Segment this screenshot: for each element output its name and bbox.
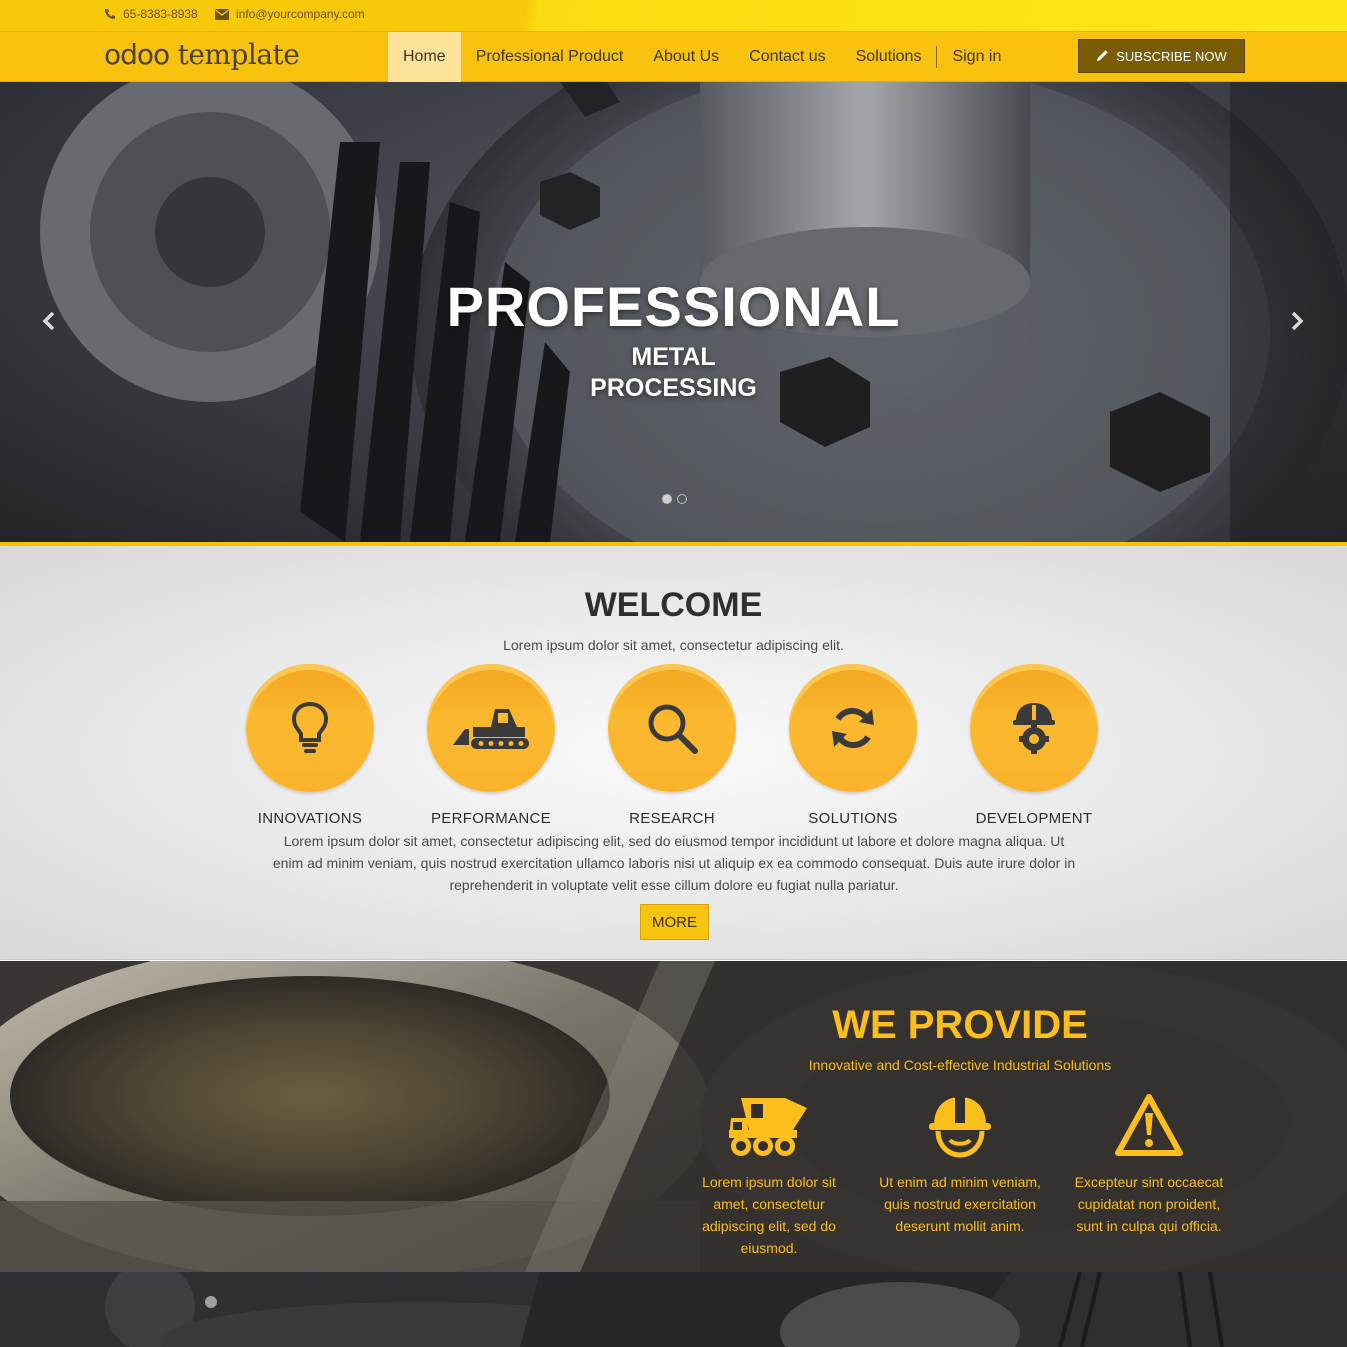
logo-odoo-text: odoo (104, 38, 170, 71)
top-info-bar: 65-8383-8938 info@yourcompany.com (0, 0, 1347, 31)
bottom-background-image (0, 1272, 1347, 1347)
nav-item-about-us[interactable]: About Us (638, 32, 734, 82)
nav-item-contact-us[interactable]: Contact us (734, 32, 840, 82)
feature-circle (246, 664, 374, 792)
main-navbar: odoo template Home Professional Product … (0, 31, 1347, 82)
nav-menu: Home Professional Product About Us Conta… (388, 32, 1016, 82)
worker-helmet-icon (929, 1097, 991, 1158)
provide-item-2: Ut enim ad minim veniam, quis nostrud ex… (875, 1091, 1045, 1237)
bulldozer-icon (453, 709, 529, 749)
carousel-prev-button[interactable] (42, 310, 56, 338)
more-button[interactable]: MORE (640, 904, 709, 940)
envelope-icon (215, 8, 229, 20)
feature-label: INNOVATIONS (257, 810, 363, 827)
provide-item-text: Lorem ipsum dolor sit amet, consectetur … (702, 1174, 836, 1256)
feature-label: DEVELOPMENT (975, 810, 1093, 827)
feature-research[interactable]: RESEARCH (602, 664, 742, 827)
carousel-dot-2[interactable] (677, 494, 687, 504)
feature-label: PERFORMANCE (431, 810, 551, 827)
contact-email[interactable]: info@yourcompany.com (215, 7, 365, 21)
provide-subtitle: Innovative and Cost-effective Industrial… (808, 1057, 1112, 1073)
hero-subtitle-line1: METAL (631, 343, 716, 371)
site-logo[interactable]: odoo template (104, 38, 300, 71)
hero-subtitle-line2: PROCESSING (590, 374, 757, 402)
dump-truck-icon (729, 1098, 807, 1156)
feature-circle (427, 664, 555, 792)
feature-solutions[interactable]: SOLUTIONS (783, 664, 923, 827)
nav-item-professional-product[interactable]: Professional Product (461, 32, 639, 82)
provide-title: WE PROVIDE (832, 1003, 1088, 1047)
nav-item-sign-in[interactable]: Sign in (937, 32, 1016, 82)
welcome-body-text: Lorem ipsum dolor sit amet, consectetur … (272, 833, 1076, 893)
feature-label: SOLUTIONS (808, 810, 898, 827)
search-icon (648, 704, 698, 754)
feature-circle (970, 664, 1098, 792)
email-text: info@yourcompany.com (236, 7, 365, 21)
we-provide-section: WE PROVIDE Innovative and Cost-effective… (0, 961, 1347, 1272)
refresh-icon (832, 707, 874, 749)
hero-title: PROFESSIONAL (446, 275, 901, 338)
carousel-next-button[interactable] (1290, 310, 1304, 338)
feature-performance[interactable]: PERFORMANCE (421, 664, 561, 827)
feature-development[interactable]: DEVELOPMENT (964, 664, 1104, 827)
welcome-lead: Lorem ipsum dolor sit amet, consectetur … (503, 637, 844, 653)
feature-innovations[interactable]: INNOVATIONS (240, 664, 380, 827)
phone-icon (105, 9, 115, 19)
contact-phone[interactable]: 65-8383-8938 (104, 7, 198, 21)
pencil-icon (1097, 50, 1108, 61)
next-section-preview (0, 1272, 1347, 1347)
provide-item-text: Excepteur sint occaecat cupidatat non pr… (1074, 1174, 1224, 1234)
carousel-dot-1[interactable] (662, 494, 672, 504)
feature-circle (608, 664, 736, 792)
carousel-indicators (662, 494, 692, 504)
welcome-section: WELCOME Lorem ipsum dolor sit amet, cons… (0, 546, 1347, 960)
lightbulb-icon (291, 701, 329, 753)
provide-item-text: Ut enim ad minim veniam, quis nostrud ex… (879, 1174, 1041, 1234)
feature-circle (789, 664, 917, 792)
nav-item-home[interactable]: Home (388, 32, 461, 82)
logo-template-text: template (169, 38, 300, 71)
feature-label: RESEARCH (629, 810, 715, 827)
welcome-title: WELCOME (584, 586, 763, 624)
phone-text: 65-8383-8938 (123, 7, 198, 21)
subscribe-label: SUBSCRIBE NOW (1116, 48, 1227, 64)
subscribe-now-button[interactable]: SUBSCRIBE NOW (1078, 39, 1245, 73)
chevron-left-icon (42, 311, 55, 331)
hero-carousel: PROFESSIONAL METAL PROCESSING (0, 82, 1347, 542)
nav-item-solutions[interactable]: Solutions (841, 32, 937, 82)
provide-item-3: Excepteur sint occaecat cupidatat non pr… (1064, 1091, 1234, 1237)
warning-icon (1115, 1094, 1183, 1156)
chevron-right-icon (1291, 311, 1304, 331)
hardhat-gear-icon (1013, 703, 1055, 754)
provide-item-1: Lorem ipsum dolor sit amet, consectetur … (684, 1091, 854, 1259)
